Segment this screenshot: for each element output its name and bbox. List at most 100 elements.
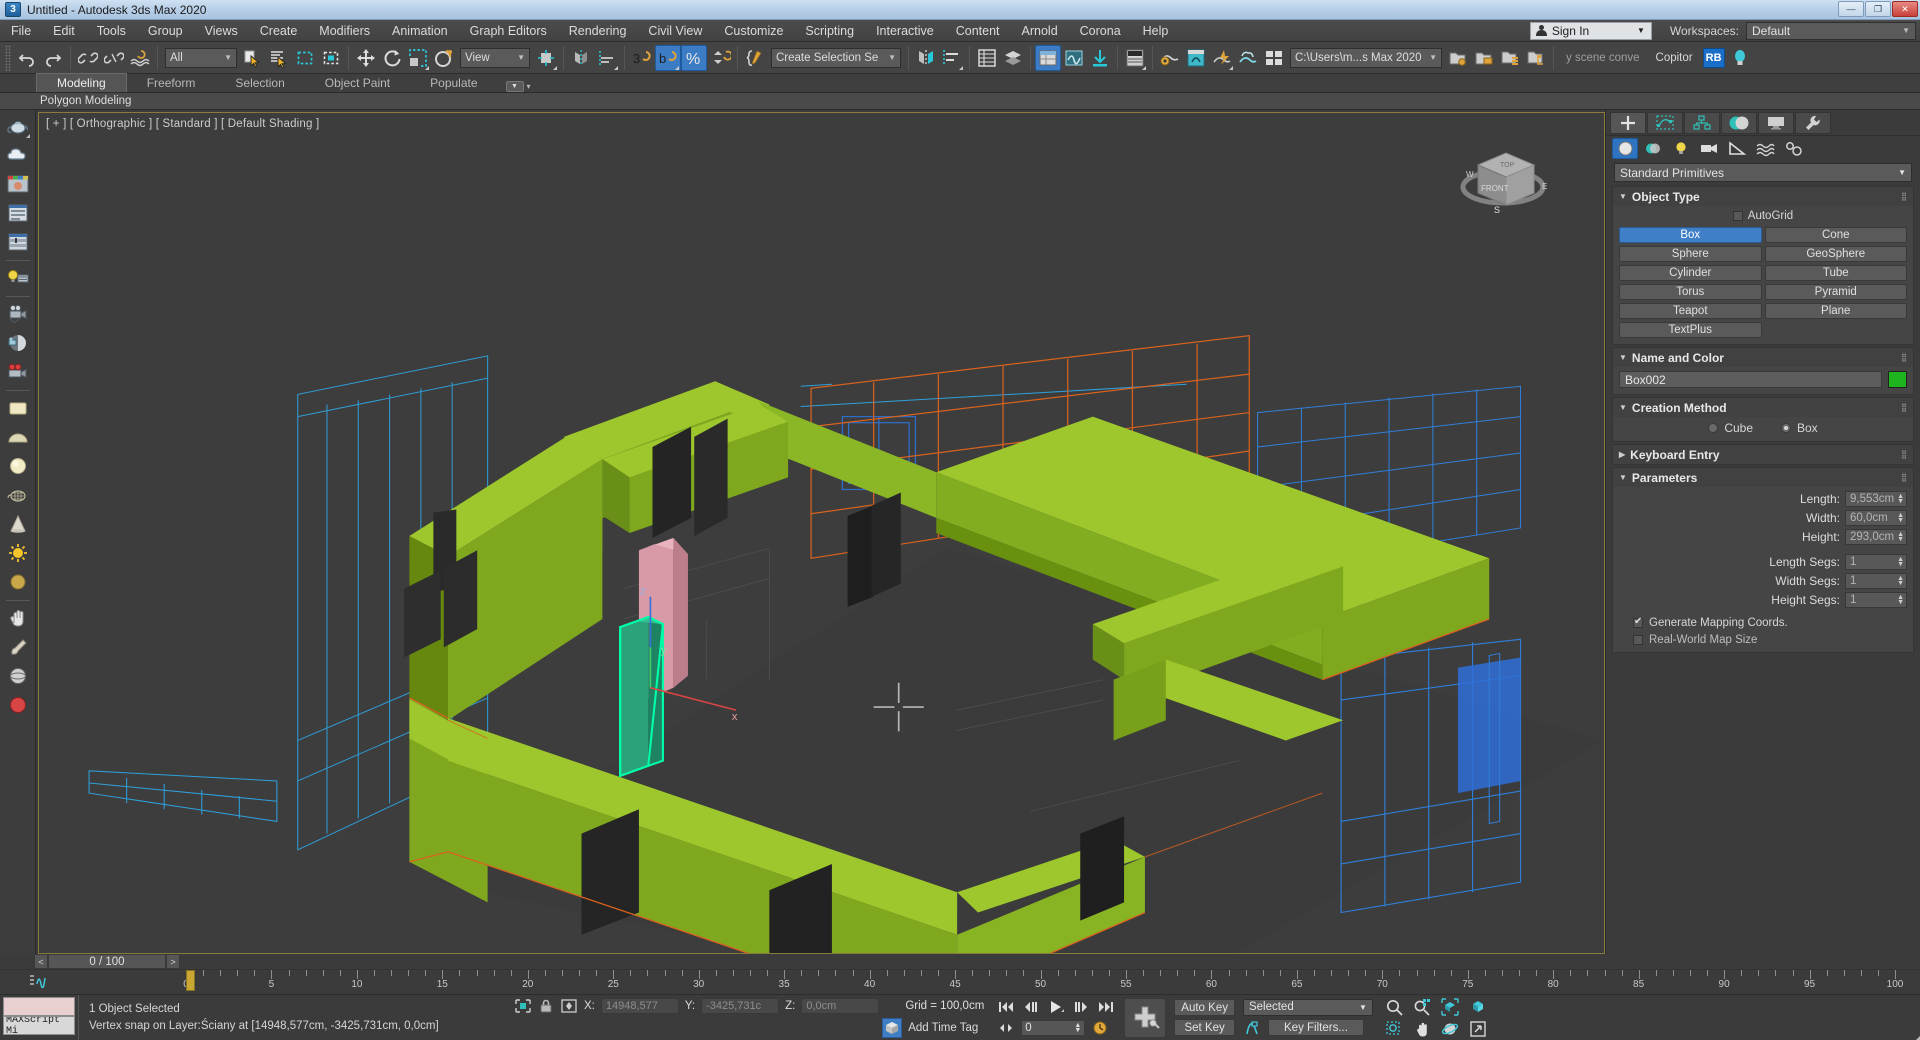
- spinner-arrows-icon[interactable]: ▲ ▼: [1897, 512, 1904, 524]
- current-frame-display[interactable]: 0 / 100: [48, 954, 166, 969]
- redo-button[interactable]: [40, 45, 66, 71]
- teapot-button[interactable]: Teapot: [1619, 303, 1762, 319]
- play-animation-button[interactable]: [1046, 998, 1066, 1016]
- menu-civil-view[interactable]: Civil View: [637, 20, 713, 42]
- material-editor-button[interactable]: [1087, 45, 1113, 71]
- generate-mapping-row[interactable]: Generate Mapping Coords.: [1619, 616, 1907, 629]
- layer-explorer-button[interactable]: [974, 45, 1000, 71]
- set-keys-button[interactable]: [1124, 997, 1167, 1038]
- key-mode-toggle-icon[interactable]: [996, 1019, 1016, 1037]
- teapot-primitive-icon[interactable]: [4, 112, 32, 140]
- zoom-extents-icon[interactable]: [1437, 997, 1463, 1017]
- key-mode-select[interactable]: Selected ▼: [1242, 998, 1373, 1016]
- camera-icon[interactable]: [4, 300, 32, 328]
- window-crossing-toggle-button[interactable]: [318, 45, 344, 71]
- rb-plugin-button[interactable]: RB: [1701, 45, 1727, 71]
- select-and-link-button[interactable]: [75, 45, 101, 71]
- drag-handle-icon[interactable]: ⣿: [1901, 192, 1908, 201]
- cube-radio[interactable]: Cube: [1708, 421, 1753, 435]
- keyboard-entry-header[interactable]: ▶ Keyboard Entry ⣿: [1613, 445, 1913, 464]
- menu-arnold[interactable]: Arnold: [1011, 20, 1069, 42]
- cone-button[interactable]: Cone: [1764, 227, 1907, 243]
- toolbar-grip[interactable]: [5, 44, 11, 71]
- x-coordinate-field[interactable]: 14948,577: [600, 997, 679, 1014]
- spinner-arrows-icon[interactable]: ▲ ▼: [1897, 556, 1904, 568]
- bind-to-space-warp-button[interactable]: [127, 45, 153, 71]
- select-and-move-button[interactable]: [353, 45, 379, 71]
- menu-file[interactable]: File: [0, 20, 42, 42]
- timeline-ruler[interactable]: 0510152025303540455055606570758085909510…: [0, 969, 1920, 994]
- plane-primitive-icon[interactable]: [4, 394, 32, 422]
- camera-match-icon[interactable]: [4, 329, 32, 357]
- copitor-label[interactable]: Copitor: [1648, 52, 1701, 64]
- create-tab[interactable]: [1610, 111, 1646, 134]
- sign-in-button[interactable]: Sign In ▼: [1529, 21, 1652, 40]
- workspaces-select[interactable]: Default ▼: [1746, 21, 1916, 40]
- name-and-color-header[interactable]: ▼ Name and Color ⣿: [1613, 348, 1913, 367]
- align-objects-button[interactable]: [939, 45, 965, 71]
- scene-converter-label[interactable]: y scene conve: [1558, 52, 1648, 64]
- named-selection-sets-select[interactable]: Create Selection Se ▼: [771, 47, 901, 68]
- real-world-row[interactable]: Real-World Map Size: [1619, 634, 1907, 646]
- slider-panel-icon[interactable]: [4, 228, 32, 256]
- brush-icon[interactable]: [4, 633, 32, 661]
- menu-help[interactable]: Help: [1132, 20, 1180, 42]
- utilities-tab[interactable]: [1795, 111, 1831, 134]
- cloud-icon[interactable]: [4, 141, 32, 169]
- modify-tab[interactable]: [1647, 111, 1683, 134]
- spinner-arrows-icon[interactable]: ▲ ▼: [1897, 594, 1904, 606]
- region-zoom-icon[interactable]: [1381, 1019, 1407, 1039]
- absolute-relative-toggle-icon[interactable]: [560, 998, 578, 1014]
- close-button[interactable]: ✕: [1892, 1, 1918, 17]
- width-segs-spinner[interactable]: 1 ▲ ▼: [1845, 573, 1907, 589]
- select-by-name-button[interactable]: [266, 45, 292, 71]
- pivot-point-center-button[interactable]: [533, 45, 559, 71]
- align-button[interactable]: [594, 45, 620, 71]
- angle-snap-toggle-button[interactable]: b: [655, 44, 681, 71]
- selection-lock-region-icon[interactable]: [514, 998, 532, 1014]
- select-and-rotate-button[interactable]: [379, 45, 405, 71]
- spinner-snap-toggle-button[interactable]: [707, 45, 733, 71]
- ribbon-tab-modeling[interactable]: Modeling: [36, 73, 127, 92]
- drag-handle-icon[interactable]: ⣿: [1901, 353, 1908, 362]
- ribbon-tab-selection[interactable]: Selection: [215, 74, 304, 92]
- space-warps-subtab[interactable]: [1752, 138, 1778, 159]
- textplus-button[interactable]: TextPlus: [1619, 322, 1762, 338]
- set-project-folder-button[interactable]: [1445, 45, 1471, 71]
- cylinder-button[interactable]: Cylinder: [1619, 265, 1762, 281]
- go-to-start-button[interactable]: [996, 998, 1016, 1016]
- geosphere-button[interactable]: GeoSphere: [1764, 246, 1907, 262]
- edit-named-selection-sets-button[interactable]: [742, 45, 768, 71]
- spinner-arrows-icon[interactable]: ▲ ▼: [1897, 575, 1904, 587]
- menu-edit[interactable]: Edit: [42, 20, 86, 42]
- object-type-header[interactable]: ▼ Object Type ⣿: [1613, 187, 1913, 206]
- zoom-icon[interactable]: [1381, 997, 1407, 1017]
- mirror-button[interactable]: [568, 45, 594, 71]
- object-name-input[interactable]: Box002: [1619, 371, 1882, 388]
- real-world-checkbox[interactable]: [1633, 635, 1643, 645]
- sunlight-icon[interactable]: [4, 539, 32, 567]
- creation-method-header[interactable]: ▼ Creation Method ⣿: [1613, 398, 1913, 417]
- pan-view-icon[interactable]: [1409, 1019, 1435, 1039]
- ribbon-tab-freeform[interactable]: Freeform: [127, 74, 216, 92]
- box-button[interactable]: Box: [1619, 227, 1762, 243]
- render-frame-window-button[interactable]: [1183, 45, 1209, 71]
- project-folder-select[interactable]: C:\Users\m...s Max 2020 ▼: [1290, 47, 1442, 68]
- helpers-subtab[interactable]: [1724, 138, 1750, 159]
- red-sphere-icon[interactable]: [4, 691, 32, 719]
- menu-create[interactable]: Create: [249, 20, 309, 42]
- folder-list-button[interactable]: [1497, 45, 1523, 71]
- physical-camera-icon[interactable]: [4, 358, 32, 386]
- object-color-swatch[interactable]: [1888, 371, 1907, 388]
- spinner-arrows-icon[interactable]: ▲ ▼: [1074, 1022, 1081, 1034]
- height-spinner[interactable]: 293,0cm ▲ ▼: [1845, 529, 1907, 545]
- ribbon-overflow[interactable]: ▼ ▾: [505, 81, 531, 92]
- teapot-wireframe-icon[interactable]: [4, 481, 32, 509]
- quick-render-button[interactable]: [1209, 45, 1235, 71]
- menu-corona[interactable]: Corona: [1069, 20, 1132, 42]
- selection-lock-toggle-icon[interactable]: [538, 998, 554, 1014]
- list-panel-icon[interactable]: [4, 199, 32, 227]
- placement-tool-button[interactable]: [431, 45, 457, 71]
- display-tab[interactable]: [1758, 111, 1794, 134]
- hemisphere-primitive-icon[interactable]: [4, 423, 32, 451]
